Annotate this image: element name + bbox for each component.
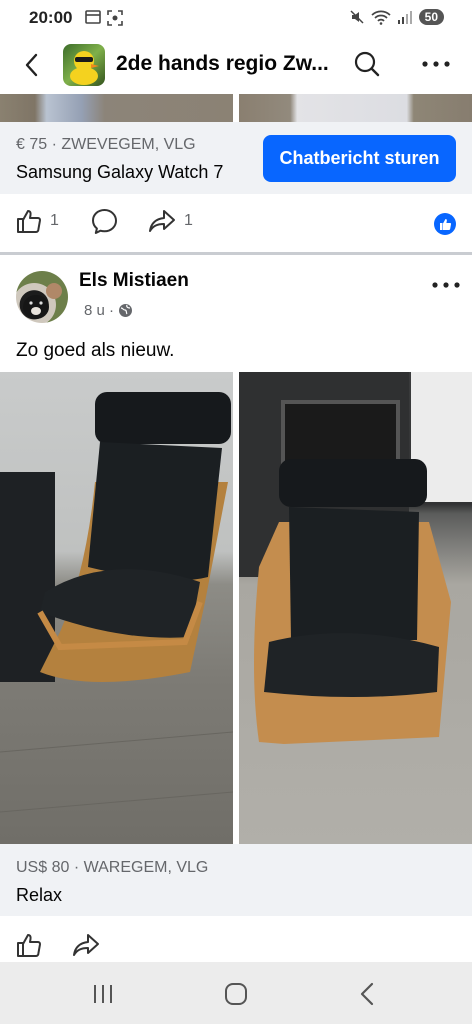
like-action[interactable]: 1 — [16, 208, 59, 234]
share-action-2[interactable] — [72, 932, 100, 958]
previous-photo-left[interactable] — [0, 94, 233, 122]
nav-recents-icon[interactable] — [88, 979, 118, 1009]
comment-action[interactable] — [91, 208, 118, 235]
post-text: Zo goed als nieuw. — [16, 340, 175, 361]
dog-avatar-icon — [23, 283, 62, 319]
listing-card-watch[interactable]: € 75 · ZWEVEGEM, VLG Samsung Galaxy Watc… — [0, 122, 472, 194]
nav-home-icon[interactable] — [221, 979, 251, 1009]
group-header: 2de hands regio Zw... — [0, 36, 472, 94]
wifi-icon — [371, 10, 391, 25]
group-avatar[interactable] — [63, 44, 105, 86]
comment-icon — [92, 209, 117, 234]
share-action[interactable]: 1 — [148, 208, 193, 234]
listing-price-location: € 75 · ZWEVEGEM, VLG — [16, 136, 196, 153]
group-title[interactable]: 2de hands regio Zw... — [116, 52, 336, 76]
post-actions-2 — [0, 916, 472, 962]
like-icon — [17, 934, 41, 957]
share-icon — [73, 934, 99, 956]
post-more-icon[interactable] — [430, 275, 462, 295]
search-icon[interactable] — [353, 50, 381, 78]
more-icon[interactable] — [420, 52, 452, 76]
chair-photo-left[interactable] — [0, 372, 233, 844]
armchair-illustration — [0, 392, 233, 813]
mute-icon — [350, 10, 364, 24]
thumbs-up-icon — [439, 218, 451, 230]
globe-icon — [119, 304, 133, 317]
signal-icon — [397, 11, 412, 24]
battery-indicator: 50 — [418, 9, 444, 25]
listing-title: Samsung Galaxy Watch 7 — [16, 162, 224, 182]
status-system-icons: 50 — [349, 9, 444, 25]
post-time-text: 8 u · — [84, 302, 115, 319]
share-count: 1 — [184, 212, 193, 229]
calendar-notification-icon — [85, 10, 101, 24]
armchair-illustration-2 — [239, 372, 472, 744]
like-count: 1 — [50, 212, 59, 229]
post-actions: 1 1 — [0, 194, 472, 252]
like-action-2[interactable] — [16, 932, 42, 958]
listing2-price-location: US$ 80 · WAREGEM, VLG — [16, 859, 209, 876]
previous-post-photos — [0, 94, 472, 122]
previous-photo-right[interactable] — [239, 94, 472, 122]
duck-sticker-icon — [70, 51, 99, 85]
status-time: 20:00 — [29, 8, 73, 27]
back-icon[interactable] — [20, 50, 44, 80]
nav-back-icon[interactable] — [353, 979, 383, 1009]
author-avatar[interactable] — [16, 271, 68, 323]
send-chat-button[interactable]: Chatbericht sturen — [263, 135, 456, 182]
listing2-title: Relax — [16, 885, 63, 905]
listing-card-relax[interactable]: US$ 80 · WAREGEM, VLG Relax — [0, 844, 472, 916]
share-icon — [149, 210, 175, 232]
system-navigation-bar — [0, 962, 472, 1024]
screenshot-notification-icon — [107, 10, 123, 26]
post-timestamp[interactable]: 8 u · — [84, 302, 133, 319]
status-bar: 20:00 50 — [0, 0, 472, 36]
post-header: Els Mistiaen 8 u · — [0, 255, 472, 330]
chair-photo-right[interactable] — [239, 372, 472, 844]
like-icon — [17, 210, 41, 233]
status-notification-icons — [85, 10, 123, 26]
author-name[interactable]: Els Mistiaen — [79, 270, 189, 292]
post-photo-grid — [0, 372, 472, 844]
like-reaction-badge[interactable] — [434, 213, 456, 235]
